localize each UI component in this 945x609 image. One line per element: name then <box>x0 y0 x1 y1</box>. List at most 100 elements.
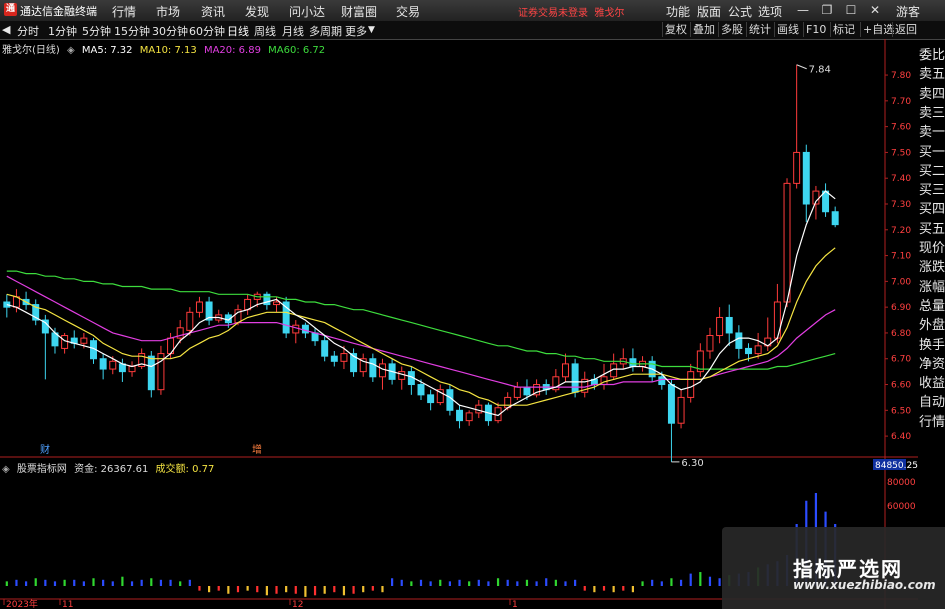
candle-body <box>147 355 155 391</box>
high-pointer <box>796 64 807 70</box>
side-item-3[interactable]: 卖三 <box>919 106 945 122</box>
multi-stock-button[interactable]: 多股 <box>718 22 745 37</box>
candle-body <box>61 335 69 349</box>
draw-line-button[interactable]: 画线 <box>774 22 801 37</box>
candle-body <box>417 384 425 396</box>
candle-body <box>378 363 386 378</box>
side-item-4[interactable]: 卖一 <box>919 125 945 141</box>
sub-ytick-label: 60000 <box>887 502 916 512</box>
ytick-label: 6.50 <box>891 406 911 416</box>
side-item-8[interactable]: 买四 <box>919 202 945 218</box>
side-item-6[interactable]: 买二 <box>919 164 945 180</box>
period-tab-more[interactable]: 更多 <box>345 23 367 39</box>
side-item-1[interactable]: 卖五 <box>919 67 945 83</box>
candle-body <box>629 358 637 367</box>
f10-button[interactable]: F10 <box>803 22 828 37</box>
period-tab-1min[interactable]: 1分钟 <box>48 23 77 39</box>
menu-market[interactable]: 市场 <box>156 3 180 20</box>
candle-body <box>687 371 695 398</box>
candle-body <box>754 345 762 355</box>
candle-body <box>561 363 569 378</box>
side-item-11[interactable]: 涨跌 <box>919 260 945 276</box>
add-watchlist-button[interactable]: +自选 <box>860 22 896 37</box>
side-item-10[interactable]: 现价 <box>919 241 945 257</box>
side-item-2[interactable]: 卖四 <box>919 87 945 103</box>
side-item-19[interactable]: 行情 <box>919 415 945 431</box>
period-tab-multi[interactable]: 多周期 <box>309 23 342 39</box>
period-tab-60min[interactable]: 60分钟 <box>189 23 225 39</box>
side-item-5[interactable]: 买一 <box>919 145 945 161</box>
period-tab-5min[interactable]: 5分钟 <box>82 23 111 39</box>
menu-wealth-circle[interactable]: 财富圈 <box>341 3 377 20</box>
period-tab-weekly[interactable]: 周线 <box>254 23 276 39</box>
ytick-label: 7.30 <box>891 200 911 210</box>
restore-icon[interactable]: ❐ <box>818 2 836 18</box>
app-title: 通达信金融终端 <box>20 5 97 18</box>
menu-quotes[interactable]: 行情 <box>112 3 136 20</box>
candle-body <box>292 324 300 334</box>
candle-body <box>465 412 473 422</box>
side-item-15[interactable]: 换手 <box>919 338 945 354</box>
maximize-icon[interactable]: ☐ <box>842 2 860 18</box>
candle-body <box>195 301 203 313</box>
mark-button[interactable]: 标记 <box>830 22 857 37</box>
menu-ask-xiaoda[interactable]: 问小达 <box>289 3 325 20</box>
menu-options[interactable]: 选项 <box>758 3 782 20</box>
quote-side-panel: 委比卖五卖四卖三卖一买一买二买三买四买五现价涨跌涨幅总量外盘换手净资收益自动行情 <box>918 39 945 459</box>
side-item-9[interactable]: 买五 <box>919 222 945 238</box>
xtick-label: 12 <box>292 600 303 609</box>
candle-body <box>273 301 281 306</box>
login-warning[interactable]: 证券交易未登录 雅戈尔 <box>518 4 624 19</box>
candle-body <box>658 376 666 386</box>
minimize-icon[interactable]: — <box>794 2 812 18</box>
back-button[interactable]: 返回 <box>892 22 919 37</box>
menu-trade[interactable]: 交易 <box>396 3 420 20</box>
ytick-label: 7.70 <box>891 97 911 107</box>
chevron-down-icon[interactable]: ▼ <box>368 25 375 35</box>
candle-body <box>369 358 377 378</box>
menu-formula[interactable]: 公式 <box>728 3 752 20</box>
menu-feedback[interactable]: 游客 <box>896 3 920 20</box>
candle-body <box>735 332 743 349</box>
ytick-label: 7.20 <box>891 226 911 236</box>
menu-news[interactable]: 资讯 <box>201 3 225 20</box>
candle-body <box>109 360 117 370</box>
side-item-16[interactable]: 净资 <box>919 357 945 373</box>
side-item-18[interactable]: 自动 <box>919 395 945 411</box>
menu-function[interactable]: 功能 <box>666 3 690 20</box>
candle-body <box>667 384 675 424</box>
side-item-0[interactable]: 委比 <box>919 48 945 64</box>
ma60-line <box>6 270 836 370</box>
candle-body <box>802 151 810 205</box>
period-tab-daily[interactable]: 日线 <box>227 23 249 39</box>
side-item-12[interactable]: 涨幅 <box>919 280 945 296</box>
period-tab-intraday[interactable]: 分时 <box>17 23 39 39</box>
collapse-icon[interactable]: ◀ <box>2 23 10 36</box>
menu-layout[interactable]: 版面 <box>697 3 721 20</box>
side-item-14[interactable]: 外盘 <box>919 318 945 334</box>
candle-body <box>311 332 319 342</box>
event-marker-fin: 财 <box>40 443 50 456</box>
period-tab-30min[interactable]: 30分钟 <box>152 23 188 39</box>
menu-discover[interactable]: 发现 <box>245 3 269 20</box>
adjust-button[interactable]: 复权 <box>662 22 689 37</box>
app-logo-icon: 通 <box>4 3 17 16</box>
candle-body <box>475 404 483 414</box>
xtick-label: 1 <box>512 600 518 609</box>
event-marker-add: 增 <box>252 443 262 456</box>
period-toolbar: ◀ 分时 1分钟 5分钟 15分钟 30分钟 60分钟 日线 周线 月线 多周期… <box>0 21 945 40</box>
candle-body <box>706 335 714 352</box>
overlay-button[interactable]: 叠加 <box>690 22 717 37</box>
side-item-17[interactable]: 收益 <box>919 376 945 392</box>
period-tab-monthly[interactable]: 月线 <box>282 23 304 39</box>
close-icon[interactable]: ✕ <box>866 2 884 18</box>
candle-body <box>831 211 839 226</box>
side-item-13[interactable]: 总量 <box>919 299 945 315</box>
side-item-7[interactable]: 买三 <box>919 183 945 199</box>
statistics-button[interactable]: 统计 <box>746 22 773 37</box>
kline-chart[interactable]: 7.80 7.70 7.60 7.50 7.40 7.30 7.20 7.10 7.00 6.90… <box>0 39 918 609</box>
ytick-label: 7.10 <box>891 252 911 262</box>
title-bar: 通 通达信金融终端 行情 市场 资讯 发现 问小达 财富圈 交易 证券交易未登录… <box>0 0 945 22</box>
period-tab-15min[interactable]: 15分钟 <box>114 23 150 39</box>
xtick-label: 11 <box>62 600 73 609</box>
